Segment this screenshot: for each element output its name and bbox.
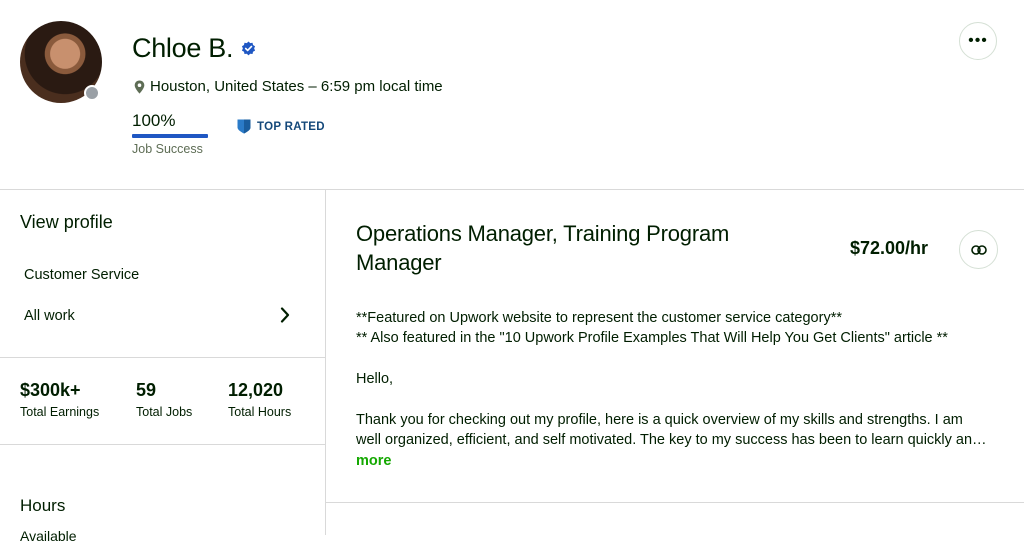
- top-rated-label: TOP RATED: [257, 120, 325, 133]
- description-line: **Featured on Upwork website to represen…: [356, 310, 842, 326]
- more-options-button[interactable]: •••: [959, 22, 997, 60]
- main-divider: [326, 502, 1024, 503]
- location-row: Houston, United States – 6:59 pm local t…: [134, 78, 443, 95]
- stat-total-jobs: 59 Total Jobs: [136, 380, 192, 419]
- stat-value: 12,020: [228, 380, 284, 400]
- location-pin-icon: [134, 80, 145, 93]
- link-icon: [970, 244, 987, 255]
- top-rated-badge: TOP RATED: [237, 119, 325, 134]
- job-success-percent: 100%: [132, 111, 176, 130]
- stat-value: $300k+: [20, 380, 81, 400]
- profile-header: Chloe B. Houston, United States – 6:59 p…: [0, 0, 1024, 189]
- description-line: Thank you for checking out my profile, h…: [356, 412, 963, 428]
- stat-label: Total Hours: [228, 405, 292, 419]
- stat-value: 59: [136, 380, 157, 400]
- copy-link-button[interactable]: [959, 230, 998, 269]
- stat-total-hours: 12,020 Total Hours: [228, 380, 291, 419]
- column-divider: [325, 190, 326, 535]
- location-text: Houston, United States – 6:59 pm local t…: [150, 78, 443, 95]
- online-status-indicator: [84, 85, 100, 101]
- header-divider: [0, 189, 1024, 190]
- more-link[interactable]: more: [356, 453, 391, 469]
- verified-icon: [242, 41, 256, 56]
- job-success-score: 100% Job Success: [132, 111, 208, 156]
- top-rated-icon: [237, 119, 251, 134]
- sidebar-divider-2: [0, 444, 325, 445]
- description-line: ** Also featured in the "10 Upwork Profi…: [356, 330, 948, 346]
- sidebar-item-customer-service[interactable]: Customer Service: [24, 267, 139, 283]
- sidebar-item-all-work[interactable]: All work: [24, 308, 75, 324]
- availability-text: Available: [20, 528, 77, 544]
- hourly-rate: $72.00/hr: [850, 238, 929, 258]
- stat-total-earnings: $300k+ Total Earnings: [20, 380, 99, 419]
- freelancer-name: Chloe B.: [132, 33, 234, 63]
- name-row: Chloe B.: [132, 33, 256, 64]
- description-line: Hello,: [356, 371, 394, 387]
- stat-label: Total Earnings: [20, 405, 100, 419]
- chevron-right-icon[interactable]: [280, 307, 290, 323]
- stat-label: Total Jobs: [136, 405, 193, 419]
- profile-title: Operations Manager, Training Program Man…: [356, 221, 730, 275]
- sidebar-divider-1: [0, 357, 325, 358]
- description-line: well organized, efficient, and self moti…: [356, 432, 987, 448]
- view-profile-title: View profile: [20, 212, 113, 232]
- avatar[interactable]: [20, 21, 102, 103]
- hours-title: Hours: [20, 496, 66, 515]
- job-success-label: Job Success: [132, 142, 203, 156]
- job-success-bar: [132, 134, 208, 138]
- ellipsis-icon: •••: [968, 32, 988, 49]
